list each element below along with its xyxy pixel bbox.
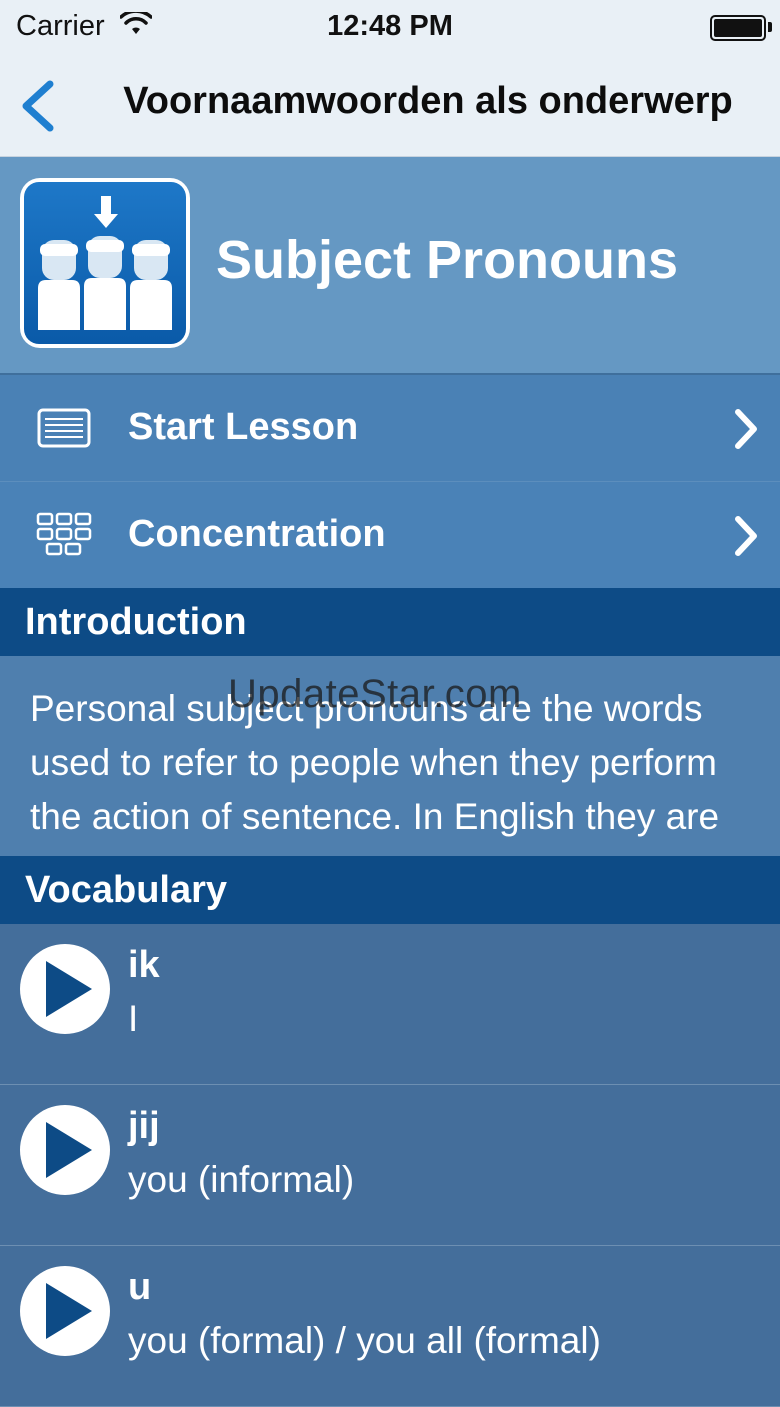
vocabulary-meaning: you (informal) — [128, 1159, 355, 1200]
chevron-right-icon — [735, 516, 757, 556]
clock: 12:48 PM — [327, 10, 453, 42]
lesson-list-icon — [37, 408, 91, 448]
lesson-title: Subject Pronouns — [216, 230, 679, 290]
lesson-header: Subject Pronouns — [0, 157, 780, 375]
vocabulary-term: ik — [128, 944, 160, 986]
nav-title: Voornaamwoorden als onderwerp — [123, 80, 733, 122]
grid-icon — [36, 512, 92, 556]
play-icon[interactable] — [20, 1266, 110, 1356]
lesson-people-icon — [20, 178, 190, 348]
vocabulary-term: jij — [128, 1105, 160, 1147]
concentration-row[interactable]: Concentration — [0, 482, 780, 589]
vocabulary-term: u — [128, 1266, 152, 1308]
battery-icon — [710, 15, 766, 41]
chevron-right-icon — [735, 409, 757, 449]
vocabulary-item[interactable]: jij you (informal) — [0, 1085, 780, 1246]
vocabulary-header: Vocabulary — [0, 856, 780, 924]
play-icon[interactable] — [20, 944, 110, 1034]
vocabulary-item[interactable]: u you (formal) / you all (formal) — [0, 1246, 780, 1407]
back-chevron-icon[interactable] — [14, 78, 64, 134]
play-icon[interactable] — [20, 1105, 110, 1195]
start-lesson-label: Start Lesson — [128, 406, 359, 448]
introduction-header: Introduction — [0, 588, 780, 656]
status-bar: Carrier 12:48 PM — [0, 0, 780, 56]
vocabulary-meaning: I — [128, 998, 139, 1039]
vocabulary-item[interactable]: ik I — [0, 924, 780, 1085]
vocabulary-meaning: you (formal) / you all (formal) — [128, 1320, 601, 1361]
concentration-label: Concentration — [128, 513, 386, 555]
navigation-bar: Voornaamwoorden als onderwerp — [0, 56, 780, 157]
vocabulary-list: ik I jij you (informal) u you (formal) /… — [0, 924, 780, 1407]
battery-tip — [768, 22, 772, 32]
watermark: UpdateStar.com — [228, 672, 522, 716]
start-lesson-row[interactable]: Start Lesson — [0, 375, 780, 482]
